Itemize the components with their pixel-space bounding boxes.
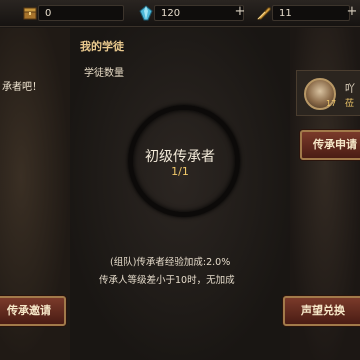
resource-feather: 11 (256, 4, 350, 22)
treasure-chest-icon (23, 7, 37, 20)
rank-title: 初级传承者 (145, 149, 215, 165)
reputation-exchange-button[interactable]: 声望兑换 (283, 296, 360, 326)
inherit-invite-button[interactable]: 传承邀请 (0, 296, 66, 326)
gold-feather-icon (256, 7, 271, 20)
panel-title: 我的学徒 (80, 40, 124, 53)
level-diff-text: 传承人等级差小于10时，无加成 (99, 275, 235, 286)
player-name: 吖 (345, 84, 355, 95)
crystal-count: 120 (154, 5, 244, 21)
blue-crystal-icon (139, 5, 153, 21)
inherit-apply-button[interactable]: 传承申请 (300, 130, 360, 160)
resource-crystal: 120 (138, 4, 244, 22)
add-crystal-button[interactable]: + (233, 5, 247, 19)
invite-prompt-text: 承者吧！ (2, 82, 42, 93)
apprentice-count: 1/1 (171, 165, 189, 178)
player-level: 17 (326, 99, 337, 108)
chest-count: 0 (38, 5, 124, 21)
resource-bar: 0 120 + 11 + (0, 0, 360, 27)
player-subtitle: 莅 (345, 99, 355, 109)
apprentice-count-label: 学徒数量 (84, 68, 124, 79)
exp-bonus-text: (组队)传承者经验加成:2.0% (110, 257, 231, 268)
add-feather-button[interactable]: + (345, 5, 359, 19)
resource-chest: 0 (22, 4, 124, 22)
feather-count: 11 (272, 5, 350, 21)
